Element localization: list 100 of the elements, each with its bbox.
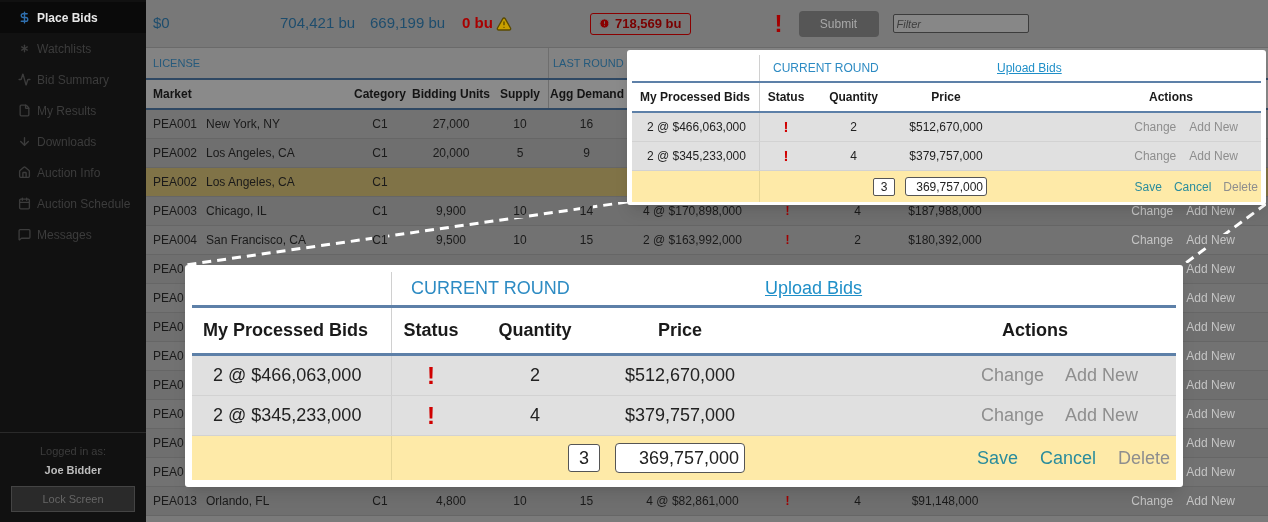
table-cell: 16 xyxy=(579,117,594,131)
submitted-activity-value: 0 bu xyxy=(462,13,493,34)
dollar-icon xyxy=(18,11,31,24)
table-cell: C1 xyxy=(372,233,388,247)
action-link[interactable]: Cancel xyxy=(1039,444,1096,472)
table-cell: PEA003 xyxy=(153,204,198,218)
table-cell: 4 xyxy=(854,204,861,218)
upload-bids-link[interactable]: Upload Bids xyxy=(997,59,1062,77)
required-activity-value: 669,199 bu xyxy=(370,13,447,34)
action-link[interactable]: Cancel xyxy=(1173,177,1212,196)
table-cell: 15 xyxy=(579,494,594,508)
submit-button[interactable]: Submit xyxy=(798,10,879,37)
column-header: Category xyxy=(353,86,407,103)
table-cell-text: $379,757,000 xyxy=(623,404,737,427)
table-cell: 5 xyxy=(516,146,524,160)
section-title: CURRENT ROUND xyxy=(411,278,570,298)
calendar-icon xyxy=(18,197,31,210)
table-cell: PEA002 xyxy=(153,146,198,160)
document-icon xyxy=(18,104,31,117)
table-cell-text: 2 xyxy=(529,364,541,387)
table-cell: PEA0 xyxy=(153,436,184,450)
table-cell: 15 xyxy=(579,233,594,247)
table-cell: 4 xyxy=(854,494,861,508)
table-cell: 4,800 xyxy=(436,494,466,508)
table-cell: PEA0 xyxy=(153,349,184,363)
table-cell-text: 4 xyxy=(849,148,858,165)
user-name: Joe Bidder xyxy=(44,462,102,478)
table-cell: San Francisco, CA xyxy=(206,233,307,247)
table-cell-text: $379,757,000 xyxy=(908,148,984,165)
upload-bids-link[interactable]: Upload Bids xyxy=(765,275,863,302)
table-cell-text: $512,670,000 xyxy=(623,364,737,387)
status-mark: ! xyxy=(782,145,790,166)
speech-bubble-icon xyxy=(18,228,31,241)
table-cell: 27,000 xyxy=(432,117,470,131)
table-cell: 2 @ $466,063,000 xyxy=(632,113,760,141)
group-header: LICENSE xyxy=(152,55,202,71)
table-cell-text: $512,670,000 xyxy=(908,119,984,136)
table-cell: C1 xyxy=(372,175,388,189)
table-cell: PEA0 xyxy=(153,407,184,421)
table-cell: 10 xyxy=(513,233,527,247)
quantity-input[interactable]: 3 xyxy=(873,177,895,196)
table-cell-text: 4 xyxy=(529,404,541,427)
sidebar-item[interactable]: Place Bids xyxy=(0,2,146,33)
column-header: Status xyxy=(402,319,460,342)
column-header: Supply xyxy=(499,86,541,103)
table-cell: C1 xyxy=(372,117,388,131)
commitment-value: $0 xyxy=(153,13,171,34)
asterisk-icon xyxy=(18,42,31,55)
house-icon xyxy=(18,166,31,179)
quantity-input[interactable]: 3 xyxy=(568,444,600,472)
status-mark: ! xyxy=(426,400,436,431)
column-header: Actions xyxy=(1001,319,1069,342)
lock-screen-button[interactable]: Lock Screen xyxy=(11,486,135,512)
table-cell: 2 @ $345,233,000 xyxy=(192,396,392,435)
table-cell: $180,392,000 xyxy=(908,233,982,247)
table-cell: 2 xyxy=(854,233,861,247)
table-cell: PEA004 xyxy=(153,233,198,247)
table-cell: 20,000 xyxy=(432,146,470,160)
table-cell: 2 @ $466,063,000 xyxy=(192,356,392,395)
table-cell: New York, NY xyxy=(206,117,281,131)
table-cell: PEA013 xyxy=(153,494,198,508)
price-input[interactable]: 369,757,000 xyxy=(905,177,987,196)
table-cell: 2 @ $163,992,000 xyxy=(643,233,742,247)
column-header: Quantity xyxy=(828,89,879,106)
alert-mark: ! xyxy=(774,11,784,36)
price-input[interactable]: 369,757,000 xyxy=(615,443,745,473)
arrow-down-icon xyxy=(18,135,31,148)
table-cell: 10 xyxy=(513,494,527,508)
table-cell: PEA001 xyxy=(153,117,198,131)
column-header: Bidding Units xyxy=(411,86,491,103)
column-header: Status xyxy=(766,89,806,106)
table-cell: 9,500 xyxy=(436,233,466,247)
table-cell: PEA0 xyxy=(153,378,184,392)
column-header: Actions xyxy=(1148,89,1194,106)
action-link[interactable]: Save xyxy=(976,444,1018,472)
table-cell: PEA0 xyxy=(153,465,184,479)
table-cell: 9,900 xyxy=(436,204,466,218)
table-cell: C1 xyxy=(372,146,388,160)
table-cell: $91,148,000 xyxy=(911,494,979,508)
table-cell: 9 xyxy=(583,146,590,160)
table-cell: PEA002 xyxy=(153,175,198,189)
table-cell: 2 @ $345,233,000 xyxy=(632,142,760,170)
status-mark: ! xyxy=(785,494,790,508)
filter-input[interactable]: Filter xyxy=(892,14,1029,33)
column-header: Agg Demand xyxy=(548,80,625,108)
table-cell: 14 xyxy=(579,204,594,218)
eligibility-value: 704,421 bu xyxy=(280,13,357,34)
status-mark: ! xyxy=(426,360,436,391)
table-cell: PEA0 xyxy=(153,262,184,276)
action-link[interactable]: Save xyxy=(1134,177,1162,196)
column-header: Price xyxy=(656,319,703,342)
table-cell: 4 @ $82,861,000 xyxy=(646,494,739,508)
section-title: CURRENT ROUND xyxy=(773,61,879,75)
table-cell: PEA0 xyxy=(153,320,184,334)
table-cell: C1 xyxy=(372,204,388,218)
table-cell: Orlando, FL xyxy=(206,494,270,508)
table-cell: 10 xyxy=(513,204,527,218)
table-cell: 10 xyxy=(513,117,527,131)
table-cell: Chicago, IL xyxy=(206,204,267,218)
column-header: Quantity xyxy=(497,319,573,342)
